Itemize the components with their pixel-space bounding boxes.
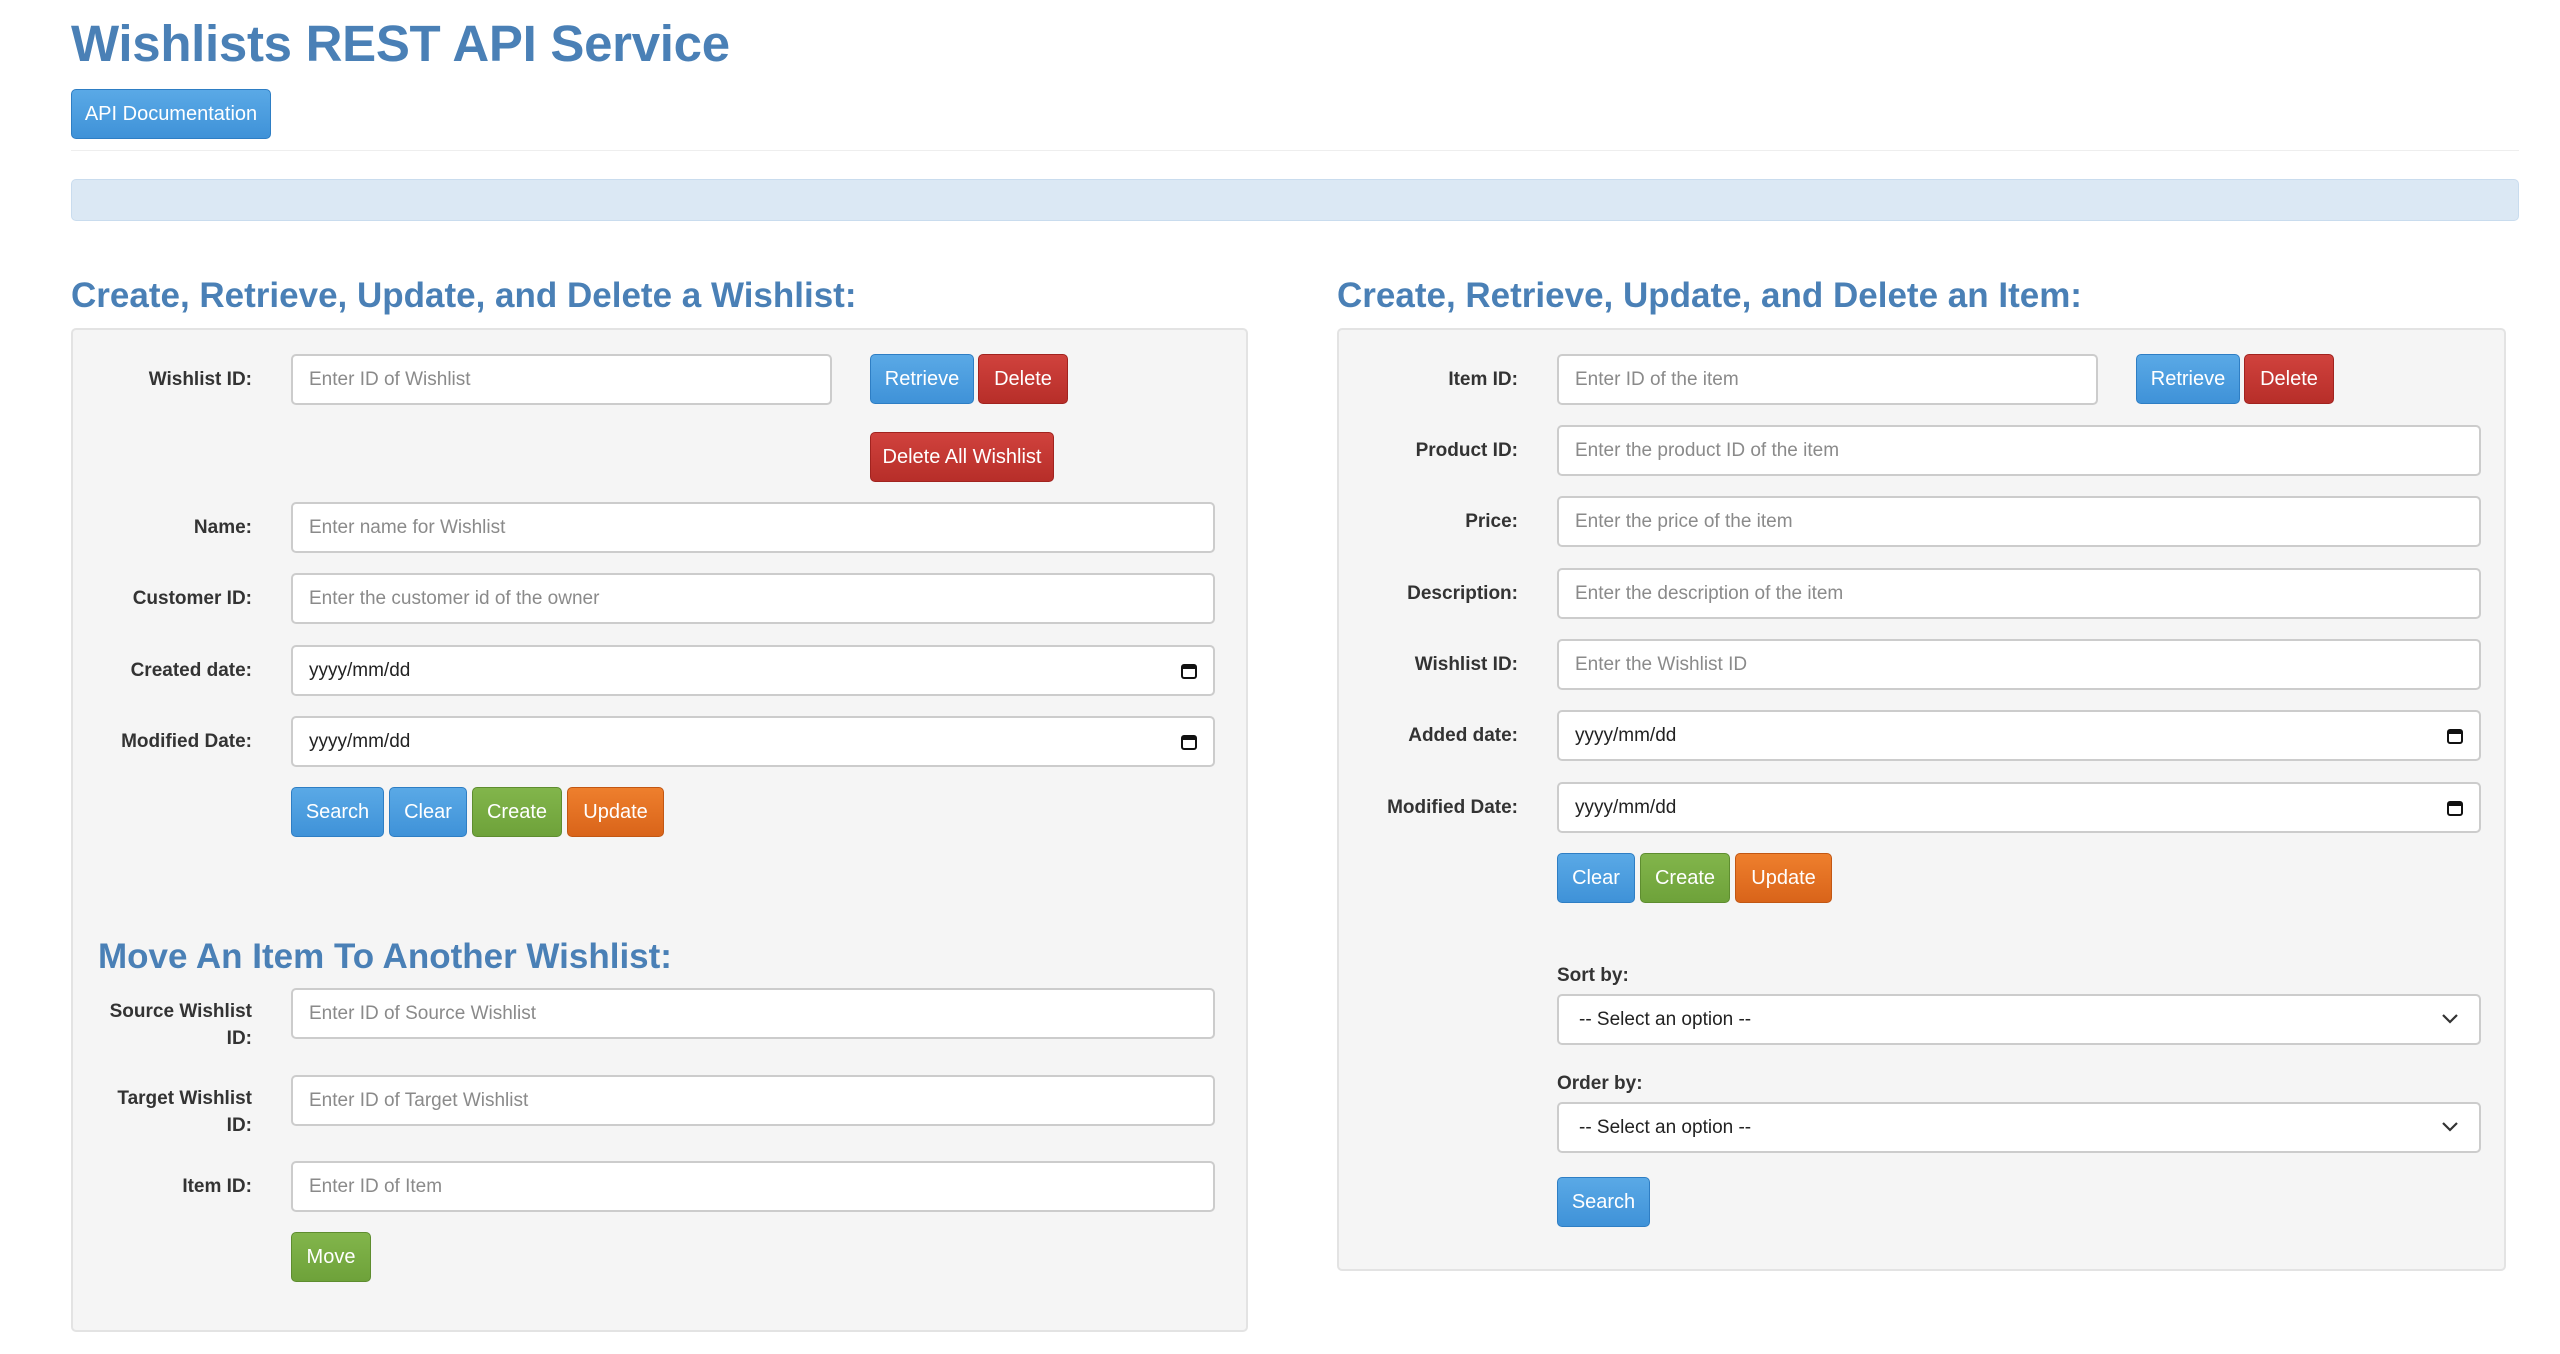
- customer-id-input[interactable]: [291, 573, 1215, 624]
- order-by-selected: -- Select an option --: [1579, 1116, 1752, 1138]
- added-date-label: Added date:: [1408, 725, 1518, 746]
- source-wishlist-label-line1: Source Wishlist: [109, 1001, 252, 1022]
- source-wishlist-label-line2: ID:: [226, 1028, 252, 1049]
- item-modified-date-input[interactable]: yyyy/mm/dd: [1557, 782, 2481, 833]
- calendar-icon[interactable]: [2447, 728, 2463, 744]
- wishlist-delete-button[interactable]: Delete: [978, 354, 1068, 404]
- item-retrieve-button[interactable]: Retrieve: [2136, 354, 2240, 404]
- calendar-icon[interactable]: [1181, 734, 1197, 750]
- move-item-id-label: Item ID:: [182, 1176, 252, 1197]
- item-search-button[interactable]: Search: [1557, 1177, 1650, 1227]
- item-section-heading: Create, Retrieve, Update, and Delete an …: [1337, 276, 2082, 315]
- description-label: Description:: [1407, 583, 1518, 604]
- added-date-value: yyyy/mm/dd: [1575, 724, 1677, 746]
- wishlist-retrieve-button[interactable]: Retrieve: [870, 354, 974, 404]
- move-section-heading: Move An Item To Another Wishlist:: [98, 937, 672, 976]
- created-date-input[interactable]: yyyy/mm/dd: [291, 645, 1215, 696]
- sort-by-selected: -- Select an option --: [1579, 1008, 1752, 1030]
- item-clear-button[interactable]: Clear: [1557, 853, 1635, 903]
- source-wishlist-id-input[interactable]: [291, 988, 1215, 1039]
- page: Wishlists REST API Service API Documenta…: [0, 0, 2560, 1354]
- target-wishlist-label-line1: Target Wishlist: [117, 1088, 252, 1109]
- item-id-label: Item ID:: [1448, 369, 1518, 390]
- name-label: Name:: [193, 517, 252, 538]
- price-label: Price:: [1465, 511, 1518, 532]
- added-date-input[interactable]: yyyy/mm/dd: [1557, 710, 2481, 761]
- delete-all-wishlist-button[interactable]: Delete All Wishlist: [870, 432, 1054, 482]
- item-wishlist-id-label: Wishlist ID:: [1414, 654, 1518, 675]
- sort-by-label: Sort by:: [1557, 965, 1629, 986]
- chevron-down-icon: [2441, 1117, 2459, 1139]
- description-input[interactable]: [1557, 568, 2481, 619]
- target-wishlist-id-input[interactable]: [291, 1075, 1215, 1126]
- page-title: Wishlists REST API Service: [71, 15, 730, 72]
- wishlist-section-heading: Create, Retrieve, Update, and Delete a W…: [71, 276, 857, 315]
- order-by-select[interactable]: -- Select an option --: [1557, 1102, 2481, 1153]
- wishlist-update-button[interactable]: Update: [567, 787, 664, 837]
- item-modified-date-value: yyyy/mm/dd: [1575, 796, 1677, 818]
- api-documentation-button[interactable]: API Documentation: [71, 89, 271, 139]
- modified-date-label: Modified Date:: [121, 731, 252, 752]
- created-date-label: Created date:: [130, 660, 252, 681]
- modified-date-input[interactable]: yyyy/mm/dd: [291, 716, 1215, 767]
- product-id-label: Product ID:: [1415, 440, 1518, 461]
- wishlist-name-input[interactable]: [291, 502, 1215, 553]
- product-id-input[interactable]: [1557, 425, 2481, 476]
- item-modified-date-label: Modified Date:: [1387, 797, 1518, 818]
- price-input[interactable]: [1557, 496, 2481, 547]
- item-id-input[interactable]: [1557, 354, 2098, 405]
- header-divider: [71, 150, 2519, 151]
- wishlist-id-input[interactable]: [291, 354, 832, 405]
- wishlist-clear-button[interactable]: Clear: [389, 787, 467, 837]
- wishlist-create-button[interactable]: Create: [472, 787, 562, 837]
- sort-by-select[interactable]: -- Select an option --: [1557, 994, 2481, 1045]
- source-wishlist-label: Source Wishlist ID:: [90, 998, 252, 1052]
- calendar-icon[interactable]: [2447, 800, 2463, 816]
- order-by-label: Order by:: [1557, 1073, 1643, 1094]
- item-wishlist-id-input[interactable]: [1557, 639, 2481, 690]
- target-wishlist-label: Target Wishlist ID:: [90, 1085, 252, 1139]
- customer-id-label: Customer ID:: [132, 588, 252, 609]
- target-wishlist-label-line2: ID:: [226, 1115, 252, 1136]
- move-item-id-input[interactable]: [291, 1161, 1215, 1212]
- modified-date-value: yyyy/mm/dd: [309, 730, 411, 752]
- item-update-button[interactable]: Update: [1735, 853, 1832, 903]
- item-delete-button[interactable]: Delete: [2244, 354, 2334, 404]
- item-create-button[interactable]: Create: [1640, 853, 1730, 903]
- created-date-value: yyyy/mm/dd: [309, 659, 411, 681]
- calendar-icon[interactable]: [1181, 663, 1197, 679]
- chevron-down-icon: [2441, 1009, 2459, 1031]
- wishlist-id-label: Wishlist ID:: [148, 369, 252, 390]
- move-button[interactable]: Move: [291, 1232, 371, 1282]
- wishlist-search-button[interactable]: Search: [291, 787, 384, 837]
- flash-message-bar: [71, 179, 2519, 221]
